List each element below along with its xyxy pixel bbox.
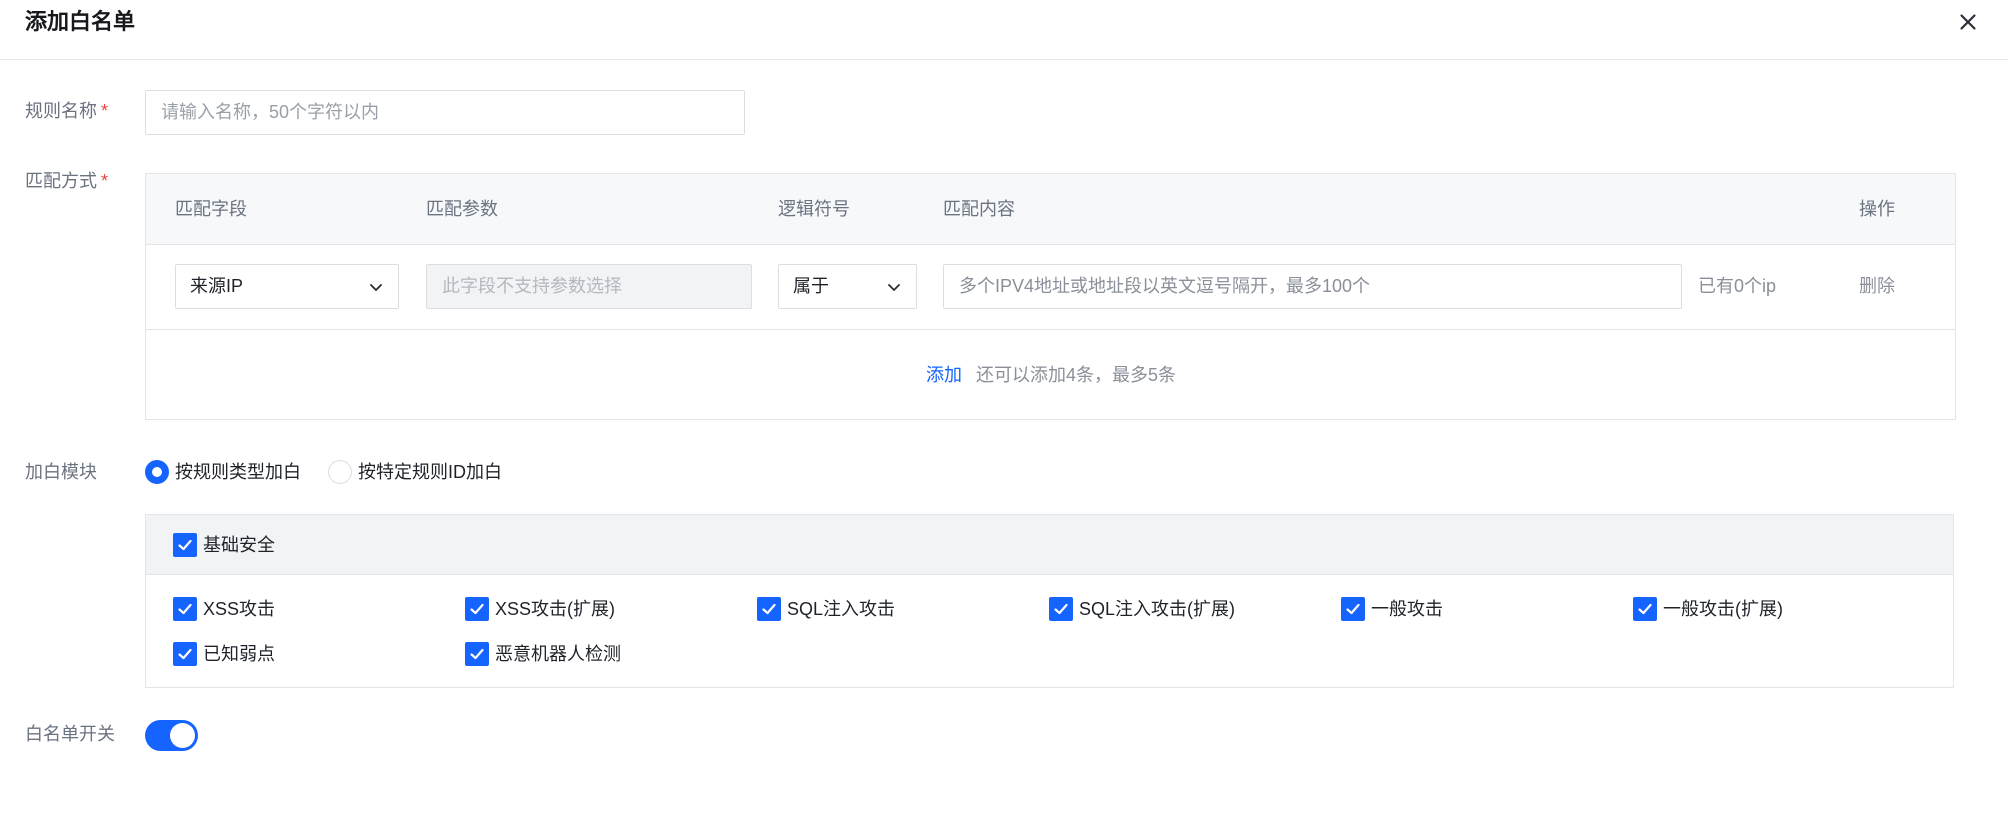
check-icon: [173, 642, 197, 666]
radio-by-rule-id[interactable]: 按特定规则ID加白: [328, 460, 502, 484]
radio-by-rule-type[interactable]: 按规则类型加白: [145, 460, 301, 484]
dialog-header: 添加白名单: [0, 0, 2008, 60]
check-icon: [465, 597, 489, 621]
ip-count: 已有0个ip: [1698, 276, 1777, 296]
check-icon: [173, 533, 197, 557]
match-content-input[interactable]: [943, 264, 1682, 309]
header-field: 匹配字段: [175, 199, 247, 219]
chevron-down-icon: [888, 284, 900, 291]
header-param: 匹配参数: [426, 199, 498, 219]
logic-select[interactable]: 属于: [778, 264, 917, 309]
check-icon: [1341, 597, 1365, 621]
whitelist-toggle[interactable]: [145, 720, 198, 751]
add-button[interactable]: 添加: [926, 363, 962, 387]
checkbox-xss-ext[interactable]: XSS攻击(扩展): [465, 597, 615, 621]
module-rule-types: 基础安全 XSS攻击 XSS攻击(扩展) SQL注入攻击 SQL注入攻击(扩展)…: [145, 514, 1954, 688]
checkbox-bad-bot[interactable]: 恶意机器人检测: [465, 642, 621, 666]
module-group-header: 基础安全: [146, 515, 1953, 575]
match-method-label: 匹配方式 *: [25, 171, 109, 191]
add-hint: 还可以添加4条，最多5条: [976, 365, 1177, 385]
dialog-title: 添加白名单: [25, 9, 136, 34]
toggle-knob: [170, 723, 195, 748]
match-field-select[interactable]: 来源IP: [175, 264, 399, 309]
close-icon[interactable]: [1955, 9, 1981, 35]
check-icon: [1633, 597, 1657, 621]
checkbox-general-attack[interactable]: 一般攻击: [1341, 597, 1443, 621]
chevron-down-icon: [370, 284, 382, 291]
header-action: 操作: [1859, 199, 1895, 219]
match-table-header: 匹配字段 匹配参数 逻辑符号 匹配内容 操作: [146, 174, 1955, 245]
check-icon: [465, 642, 489, 666]
checkbox-xss[interactable]: XSS攻击: [173, 597, 275, 621]
match-table: 匹配字段 匹配参数 逻辑符号 匹配内容 操作 来源IP 此字段不支持参数选择 属…: [145, 173, 1956, 420]
check-icon: [1049, 597, 1073, 621]
header-content: 匹配内容: [943, 199, 1015, 219]
rule-name-label: 规则名称 *: [25, 101, 109, 121]
checkbox-general-attack-ext[interactable]: 一般攻击(扩展): [1633, 597, 1783, 621]
required-mark: *: [101, 171, 109, 191]
required-mark: *: [101, 101, 109, 121]
table-row: 来源IP 此字段不支持参数选择 属于 已有0个ip 删除: [146, 245, 1955, 330]
check-icon: [757, 597, 781, 621]
match-param-input-disabled: 此字段不支持参数选择: [426, 264, 752, 309]
switch-label: 白名单开关: [25, 724, 115, 744]
delete-button[interactable]: 删除: [1859, 274, 1895, 298]
module-label: 加白模块: [25, 462, 97, 482]
check-icon: [173, 597, 197, 621]
checkbox-sql-injection[interactable]: SQL注入攻击: [757, 597, 895, 621]
header-logic: 逻辑符号: [778, 199, 850, 219]
checkbox-sql-injection-ext[interactable]: SQL注入攻击(扩展): [1049, 597, 1235, 621]
checkbox-basic-security[interactable]: 基础安全: [173, 533, 275, 557]
checkbox-known-vuln[interactable]: 已知弱点: [173, 642, 275, 666]
rule-name-input[interactable]: [145, 90, 745, 135]
add-row-area: 添加 还可以添加4条，最多5条: [146, 330, 1955, 420]
